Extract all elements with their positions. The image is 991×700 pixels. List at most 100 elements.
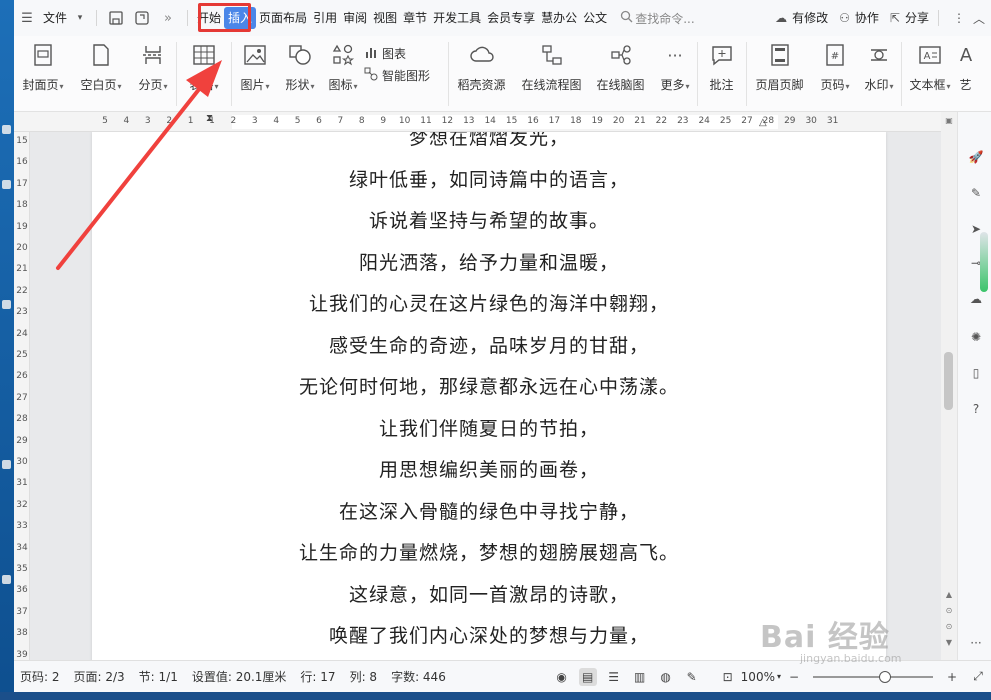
watermark-button[interactable]: 水印 [857,36,901,112]
collapse-ribbon-icon[interactable]: ︿ [973,10,985,27]
zoom-slider-knob[interactable] [879,670,891,683]
ruler-tick-label: 34 [16,542,28,553]
collaborate-button[interactable]: 协作 [852,7,882,29]
comment-button[interactable]: 批注 [698,36,746,112]
tab-view[interactable]: 视图 [370,7,400,29]
expand-icon[interactable]: » [160,10,176,26]
page-count[interactable]: 页面: 2/3 [74,668,125,685]
poem-line[interactable]: 用思想编织美丽的画卷， [92,450,886,492]
hamburger-icon[interactable]: ☰ [19,10,35,26]
command-search[interactable]: 查找命令... [620,10,695,27]
poem-line[interactable]: 感受生命的奇迹，品味岁月的甘甜， [92,326,886,368]
modified-status[interactable]: 有修改 [789,7,831,29]
document-page[interactable]: 梦想在熠熠发光， 绿叶低垂，如同诗篇中的语言， 诉说着坚持与希望的故事。 阳光洒… [92,132,886,660]
resource-button[interactable]: 稻壳资源 [449,36,515,112]
page-up-icon[interactable]: ⊙ [944,606,954,616]
compass-icon[interactable]: ✺ [967,328,985,346]
fullscreen-icon[interactable]: ⤢ [969,668,987,686]
right-indent-marker-icon[interactable]: △ [759,117,767,128]
poem-line[interactable]: 梦想在熠熠发光， [92,132,886,160]
tab-official-doc[interactable]: 公文 [580,7,610,29]
tab-developer[interactable]: 开发工具 [430,7,484,29]
poem-line[interactable]: 这绿意，如同一首激昂的诗歌， [92,575,886,617]
vertical-ruler[interactable]: 15 16 17 18 19 20 21 22 23 24 25 26 27 28 29 30 31 32 33 34… [14,132,30,660]
page-number-label: 页码 [820,76,849,93]
shape-button[interactable]: 形状 [278,36,322,112]
setting-value[interactable]: 设置值: 20.1厘米 [192,668,287,685]
icon-button[interactable]: 图标 [322,36,364,112]
page-break-button[interactable]: 分页 [130,36,176,112]
poem-line[interactable]: 绿叶低垂，如同诗篇中的语言， [92,160,886,202]
poem-line[interactable]: 让我们伴随夏日的节拍， [92,409,886,451]
picture-button[interactable]: 图片 [232,36,278,112]
poem-line[interactable]: 阳光洒落，给予力量和温暖， [92,243,886,285]
reading-view-icon[interactable]: ▥ [631,668,649,686]
eye-protection-icon[interactable]: ◉ [553,668,571,686]
poem-line[interactable]: 诉说着坚持与希望的故事。 [92,201,886,243]
smart-art-button[interactable]: 智能图形 [364,64,448,86]
chevron-down-icon[interactable]: ▾ [72,10,88,26]
zoom-level[interactable]: 100% [741,670,775,684]
file-menu[interactable]: 文件 [40,7,70,29]
tab-page-layout[interactable]: 页面布局 [256,7,310,29]
zoom-out-icon[interactable]: − [785,668,803,686]
fit-page-icon[interactable]: ⊡ [719,668,737,686]
tab-home[interactable]: 开始 [194,7,224,29]
save-icon[interactable] [108,10,124,26]
scroll-top-icon[interactable]: ▣ [944,116,954,126]
table-button[interactable]: 表格 [177,36,231,112]
tab-member[interactable]: 会员专享 [484,7,538,29]
more-tools-icon[interactable]: ··· [967,634,985,652]
row-indicator[interactable]: 行: 17 [300,668,335,685]
art-text-button[interactable]: A 艺 [958,36,974,112]
web-view-icon[interactable]: ◍ [657,668,675,686]
vertical-scrollbar[interactable]: ▣ ▲ ⊙ ⊙ ▼ [941,112,957,660]
more-button[interactable]: ··· 更多 [653,36,697,112]
page-number-button[interactable]: # 页码 [813,36,857,112]
tab-insert[interactable]: 插入 [224,7,257,29]
poem-line[interactable]: 无论何时何地，那绿意都永远在心中荡漾。 [92,367,886,409]
page-code[interactable]: 页码: 2 [20,668,60,685]
section-indicator[interactable]: 节: 1/1 [139,668,178,685]
cover-page-button[interactable]: 封面页 [14,36,72,112]
zoom-in-icon[interactable]: + [943,668,961,686]
page-view-icon[interactable]: ▤ [578,667,597,686]
tab-smart-office[interactable]: 慧办公 [538,7,580,29]
flowchart-button[interactable]: 在线流程图 [515,36,589,112]
column-indicator[interactable]: 列: 8 [350,668,378,685]
page-break-label: 分页 [138,76,167,93]
poem-line[interactable]: 在这深入骨髓的绿色中寻找宁静， [92,492,886,534]
chart-button[interactable]: 图表 [364,42,448,64]
scroll-thumb[interactable] [944,352,953,410]
tab-review[interactable]: 审阅 [340,7,370,29]
book-icon[interactable]: ▯ [967,364,985,382]
tab-references[interactable]: 引用 [310,7,340,29]
pen-icon[interactable]: ✎ [967,184,985,202]
textbox-button[interactable]: A 文本框 [902,36,958,112]
indent-marker-icon[interactable]: ⧗ [206,113,213,124]
zoom-slider[interactable] [813,670,933,683]
ruler-tick-label: 13 [463,116,475,126]
blank-page-button[interactable]: 空白页 [72,36,130,112]
poem-line[interactable]: 让生命的力量燃烧，梦想的翅膀展翅高飞。 [92,533,886,575]
cloud-service-icon[interactable]: ☁ [967,290,985,308]
zoom-menu-icon[interactable]: ▾ [777,672,781,681]
horizontal-ruler[interactable]: 5 4 3 2 1 1 2 3 4 5 6 7 8 9 10 11 12 13 14 15 16 17 18 19 20 21 22… [14,112,941,132]
word-count[interactable]: 字数: 446 [391,668,446,685]
poem-line[interactable]: 让我们的心灵在这片绿色的海洋中翱翔， [92,284,886,326]
export-icon[interactable] [134,10,150,26]
mindmap-button[interactable]: 在线脑图 [589,36,653,112]
scroll-up-icon[interactable]: ▲ [944,590,954,600]
write-mode-icon[interactable]: ✎ [683,668,701,686]
share-button[interactable]: 分享 [902,7,932,29]
more-options-icon[interactable]: ⋮ [953,11,965,25]
poem-text[interactable]: 梦想在熠熠发光， 绿叶低垂，如同诗篇中的语言， 诉说着坚持与希望的故事。 阳光洒… [92,132,886,658]
header-footer-button[interactable]: 页眉页脚 [747,36,813,112]
help-icon[interactable]: ? [967,400,985,418]
document-canvas[interactable]: 梦想在熠熠发光， 绿叶低垂，如同诗篇中的语言， 诉说着坚持与希望的故事。 阳光洒… [30,132,941,660]
scroll-down-icon[interactable]: ▼ [944,638,954,648]
outline-view-icon[interactable]: ☰ [605,668,623,686]
rocket-icon[interactable]: 🚀 [967,148,985,166]
page-down-icon[interactable]: ⊙ [944,622,954,632]
tab-section[interactable]: 章节 [400,7,430,29]
